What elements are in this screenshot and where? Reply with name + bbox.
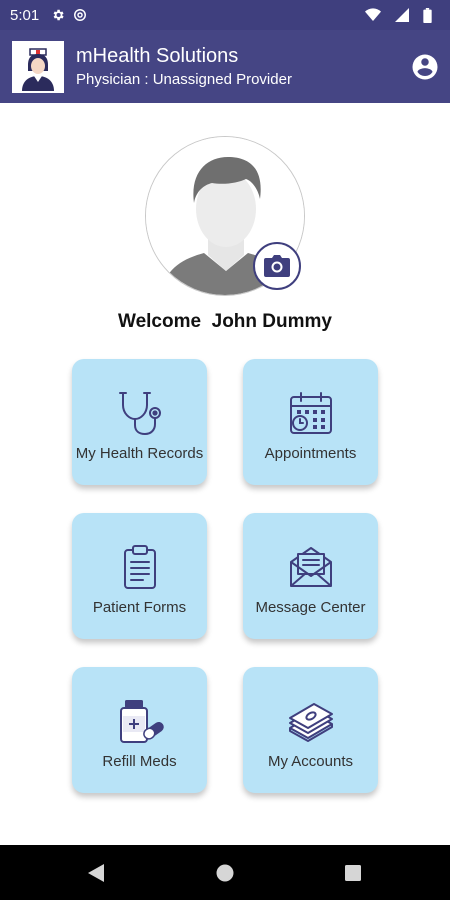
tile-label: Message Center xyxy=(255,599,366,616)
tile-label: My Accounts xyxy=(267,753,354,770)
tile-patient-forms[interactable]: Patient Forms xyxy=(72,513,207,639)
app-title: mHealth Solutions xyxy=(76,44,239,67)
account-circle-icon[interactable] xyxy=(408,50,442,84)
money-stack-icon xyxy=(286,697,336,745)
tile-appointments[interactable]: Appointments xyxy=(243,359,378,485)
camera-button[interactable] xyxy=(253,242,301,290)
tile-my-accounts[interactable]: My Accounts xyxy=(243,667,378,793)
status-time: 5:01 xyxy=(10,6,40,24)
camera-icon xyxy=(264,255,290,277)
tile-message-center[interactable]: Message Center xyxy=(243,513,378,639)
calendar-icon xyxy=(288,389,334,437)
stethoscope-icon xyxy=(115,389,165,437)
home-content: Welcome John Dummy My Health Records App… xyxy=(0,103,450,845)
tile-my-health-records[interactable]: My Health Records xyxy=(72,359,207,485)
envelope-icon xyxy=(287,543,335,591)
battery-icon xyxy=(423,7,432,23)
tile-label: Patient Forms xyxy=(92,599,187,616)
pill-bottle-icon xyxy=(115,697,165,745)
clipboard-icon xyxy=(120,543,160,591)
tile-refill-meds[interactable]: Refill Meds xyxy=(72,667,207,793)
recents-icon[interactable] xyxy=(344,864,362,882)
tile-label: My Health Records xyxy=(75,445,204,462)
tile-label: Refill Meds xyxy=(102,753,177,770)
app-subtitle: Physician : Unassigned Provider xyxy=(76,70,292,88)
home-icon[interactable] xyxy=(215,863,235,883)
status-bar: 5:01 xyxy=(0,0,450,30)
back-icon[interactable] xyxy=(86,862,106,884)
gear-icon xyxy=(51,8,65,22)
profile-avatar-area xyxy=(145,136,305,296)
nurse-logo xyxy=(12,40,64,93)
tile-label: Appointments xyxy=(264,445,357,462)
at-sign-icon xyxy=(73,8,87,22)
app-bar: mHealth Solutions Physician : Unassigned… xyxy=(0,30,450,103)
welcome-text: Welcome John Dummy xyxy=(118,311,332,332)
system-navigation-bar xyxy=(0,845,450,900)
wifi-icon xyxy=(365,8,381,22)
signal-icon xyxy=(395,8,409,22)
